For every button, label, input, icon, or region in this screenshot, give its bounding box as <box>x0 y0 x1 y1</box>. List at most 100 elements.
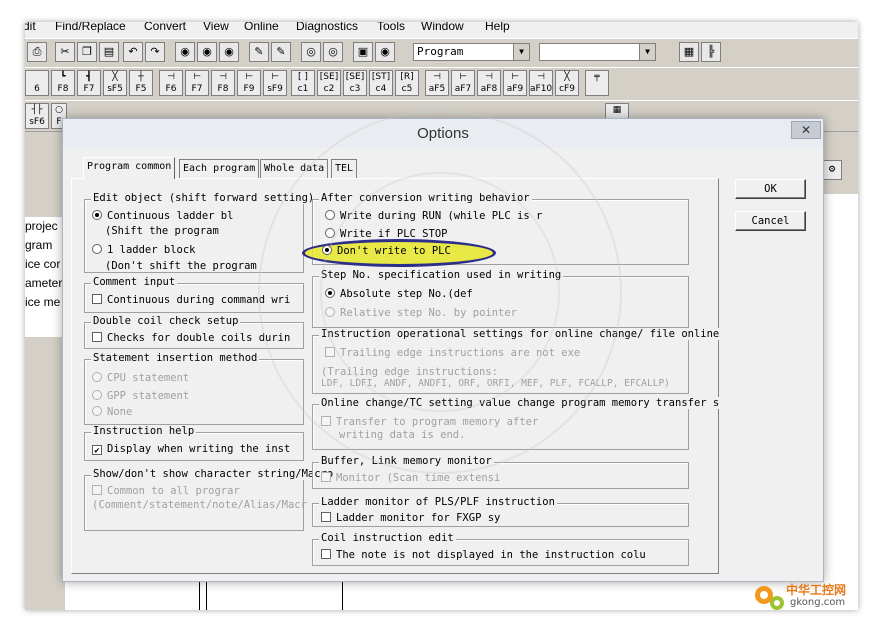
ladder-view-icon[interactable]: ▦ <box>679 42 699 62</box>
device-batch-icon[interactable]: ▣ <box>353 42 373 62</box>
toolbar-key-c4[interactable]: [ST] c4 <box>369 70 393 96</box>
checkbox-box[interactable] <box>321 512 331 522</box>
toolbar-key-aF9[interactable]: ⊢ aF9 <box>503 70 527 96</box>
tree-item[interactable]: ice me <box>25 293 65 312</box>
transfer-memory-checkbox[interactable]: Transfer to program memory after <box>321 415 538 429</box>
find-device-icon[interactable]: ◉ <box>175 42 195 62</box>
none-radio[interactable]: None <box>92 405 132 419</box>
radio-indicator[interactable] <box>325 288 335 298</box>
close-icon[interactable]: ✕ <box>791 121 821 139</box>
one-ladder-block-radio[interactable]: 1 ladder block <box>92 243 196 257</box>
checkbox-box[interactable] <box>321 549 331 559</box>
monitor-write-icon[interactable]: ◎ <box>323 42 343 62</box>
tab-tel[interactable]: TEL <box>331 159 358 178</box>
checkbox-box[interactable] <box>92 294 102 304</box>
secondary-combo[interactable]: ▼ <box>539 43 656 61</box>
tab-each-program[interactable]: Each program <box>179 159 260 178</box>
toolbar-key-c3[interactable]: [SE] c3 <box>343 70 367 96</box>
checkbox-box[interactable] <box>321 416 331 426</box>
cpu-statement-radio[interactable]: CPU statement <box>92 371 189 385</box>
print-icon[interactable]: ⎙ <box>27 42 47 62</box>
instruction-help-checkbox[interactable]: ✔ Display when writing the inst <box>92 442 290 456</box>
menu-diagnostics[interactable]: Diagnostics <box>296 22 358 33</box>
checkbox-box[interactable] <box>321 472 331 482</box>
toolbar-key-F6[interactable]: ⊣ F6 <box>159 70 183 96</box>
toolbar-key-F8[interactable]: ⊣ F8 <box>211 70 235 96</box>
cancel-button[interactable]: Cancel <box>735 211 806 231</box>
menu-help[interactable]: Help <box>485 22 510 33</box>
absolute-step-radio[interactable]: Absolute step No.(def <box>325 287 473 301</box>
note-not-displayed-checkbox[interactable]: The note is not displayed in the instruc… <box>321 548 646 562</box>
menu-tools[interactable]: Tools <box>377 22 405 33</box>
cut-icon[interactable]: ✂ <box>55 42 75 62</box>
find-step-icon[interactable]: ◉ <box>219 42 239 62</box>
find-instruction-icon[interactable]: ◉ <box>197 42 217 62</box>
toolbar-key-F7[interactable]: ┫ F7 <box>77 70 101 96</box>
monitor-icon[interactable]: ◎ <box>301 42 321 62</box>
fxgp-monitor-checkbox[interactable]: Ladder monitor for FXGP sy <box>321 511 500 525</box>
ok-button[interactable]: OK <box>735 179 806 199</box>
write-plc-icon[interactable]: ✎ <box>249 42 269 62</box>
toolbar-key-aF7[interactable]: ⊢ aF7 <box>451 70 475 96</box>
gpp-statement-radio[interactable]: GPP statement <box>92 389 189 403</box>
toolbar-key-rung[interactable]: ╤ <box>585 70 609 96</box>
toolbar-key-F7[interactable]: ⊢ F7 <box>185 70 209 96</box>
toolbar-key-cF9[interactable]: ╳ cF9 <box>555 70 579 96</box>
toolbar-key-c5[interactable]: [R] c5 <box>395 70 419 96</box>
chevron-down-icon[interactable]: ▼ <box>639 44 655 60</box>
toolbar-key-F5[interactable]: ┼ F5 <box>129 70 153 96</box>
toolbar-key-c2[interactable]: [SE] c2 <box>317 70 341 96</box>
undo-icon[interactable]: ↶ <box>123 42 143 62</box>
double-coil-checkbox[interactable]: Checks for double coils durin <box>92 331 290 345</box>
project-tree-icon[interactable]: ╠ <box>701 42 721 62</box>
read-plc-icon[interactable]: ✎ <box>271 42 291 62</box>
tree-item[interactable]: ameter <box>25 274 65 293</box>
continuous-comment-checkbox[interactable]: Continuous during command wri <box>92 293 290 307</box>
tree-item[interactable]: ice cor <box>25 255 65 274</box>
dont-write-radio[interactable]: Don't write to PLC <box>322 244 451 258</box>
menu-view[interactable]: View <box>203 22 229 33</box>
continuous-ladder-radio[interactable]: Continuous ladder bl <box>92 209 233 223</box>
relative-step-radio[interactable]: Relative step No. by pointer <box>325 306 517 320</box>
toolbar-key-aF5[interactable]: ⊣ aF5 <box>425 70 449 96</box>
toolbar-key-sF5[interactable]: ╳ sF5 <box>103 70 127 96</box>
toolbar-key-6[interactable]: 6 <box>25 70 49 96</box>
radio-indicator[interactable] <box>322 245 332 255</box>
menu-convert[interactable]: Convert <box>144 22 186 33</box>
menu-window[interactable]: Window <box>421 22 464 33</box>
toolbar-key-F9[interactable]: ⊢ F9 <box>237 70 261 96</box>
toolbar-key-sF6[interactable]: ┤├ sF6 <box>25 103 49 129</box>
menu-online[interactable]: Online <box>244 22 279 33</box>
toolbar-key-aF8[interactable]: ⊣ aF8 <box>477 70 501 96</box>
checkbox-box[interactable] <box>325 347 335 357</box>
radio-indicator[interactable] <box>92 244 102 254</box>
toolbar-key-aF10[interactable]: ⊣ aF10 <box>529 70 553 96</box>
paste-icon[interactable]: ▤ <box>99 42 119 62</box>
radio-indicator[interactable] <box>325 210 335 220</box>
toolbar-key-F8[interactable]: ┗ F8 <box>51 70 75 96</box>
radio-indicator[interactable] <box>325 228 335 238</box>
checkbox-box[interactable] <box>92 485 102 495</box>
toolbar-key-sF9[interactable]: ⊢ sF9 <box>263 70 287 96</box>
tree-item[interactable]: projec <box>25 217 65 236</box>
trailing-edge-checkbox[interactable]: Trailing edge instructions are not exe <box>325 346 580 360</box>
chevron-down-icon[interactable]: ▼ <box>513 44 529 60</box>
menu-edit[interactable]: dit <box>25 22 36 33</box>
tree-item[interactable]: gram <box>25 236 65 255</box>
tool-icon[interactable]: ⚙ <box>822 160 842 180</box>
checkmark-icon[interactable]: ✔ <box>92 445 102 456</box>
radio-indicator[interactable] <box>92 406 102 416</box>
program-combo[interactable]: Program ▼ <box>413 43 530 61</box>
tab-whole-data[interactable]: Whole data <box>260 159 329 178</box>
radio-indicator[interactable] <box>92 210 102 220</box>
common-programs-checkbox[interactable]: Common to all prograr <box>92 484 240 498</box>
redo-icon[interactable]: ↷ <box>145 42 165 62</box>
copy-icon[interactable]: ❐ <box>77 42 97 62</box>
menu-find-replace[interactable]: Find/Replace <box>55 22 126 33</box>
radio-indicator[interactable] <box>92 390 102 400</box>
monitor-scan-checkbox[interactable]: Monitor (Scan time extensi <box>321 471 500 485</box>
write-during-run-radio[interactable]: Write during RUN (while PLC is r <box>325 209 542 223</box>
tab-program-common[interactable]: Program common <box>83 157 176 179</box>
entry-monitor-icon[interactable]: ◉ <box>375 42 395 62</box>
toolbar-key-c1[interactable]: [ ] c1 <box>291 70 315 96</box>
